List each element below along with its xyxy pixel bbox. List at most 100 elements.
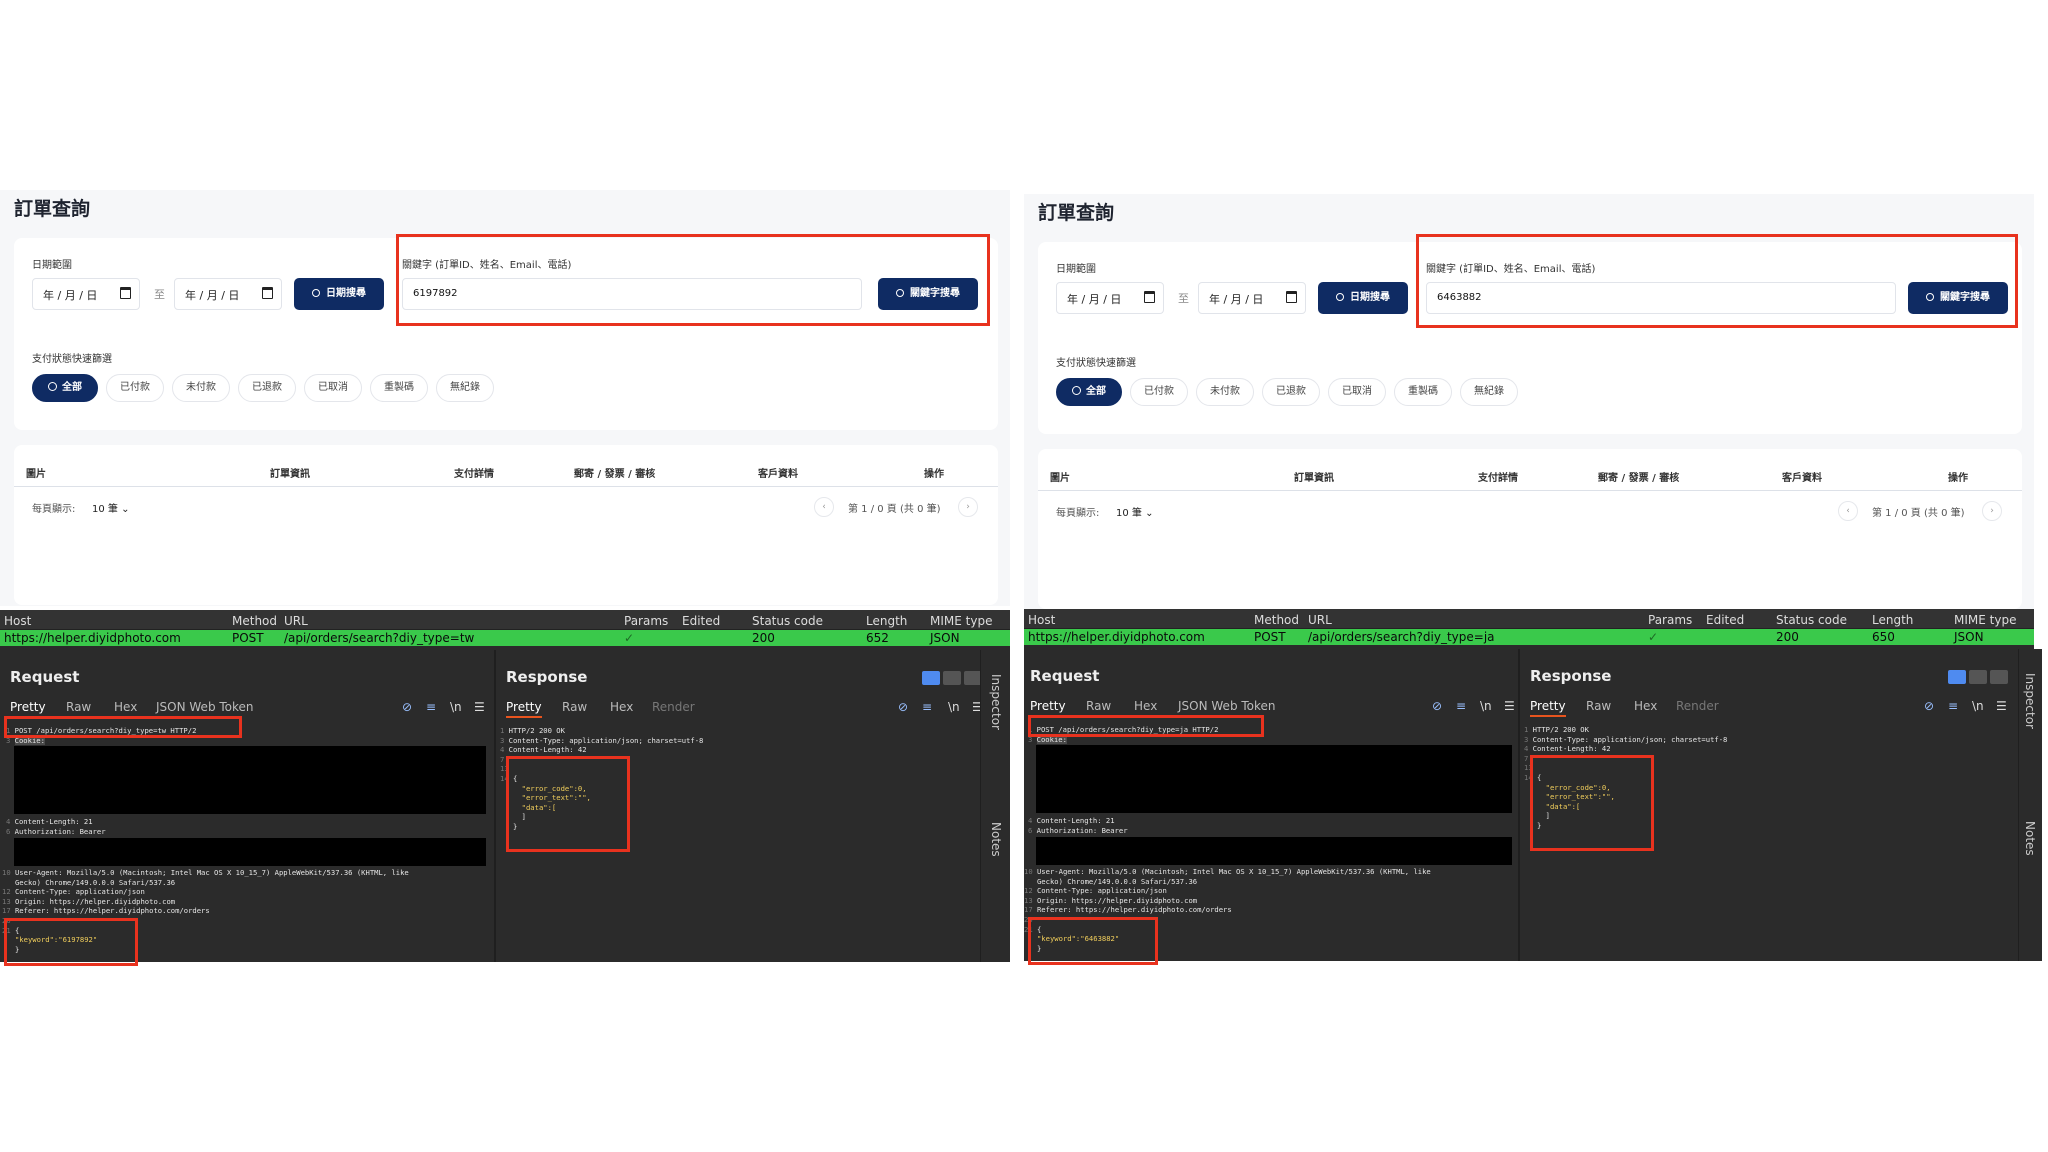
resp-tab-render[interactable]: Render <box>652 700 695 714</box>
chip-refunded[interactable]: 已退款 <box>1262 378 1320 406</box>
next-page-button[interactable]: › <box>1982 501 2002 521</box>
col-params[interactable]: Params <box>624 614 668 628</box>
chip-no-record[interactable]: 無紀錄 <box>1460 378 1518 406</box>
hide-icon[interactable]: ⊘ <box>1924 699 1934 713</box>
proxy-grid-header: Host Method URL Params Edited Status cod… <box>1024 609 2034 629</box>
date-from-input[interactable]: 年 / 月 / 日 <box>32 278 140 310</box>
prev-page-button[interactable]: ‹ <box>1838 501 1858 521</box>
wrap-icon[interactable]: ≡ <box>922 700 932 714</box>
req-tab-hex[interactable]: Hex <box>114 700 137 714</box>
resp-tab-hex[interactable]: Hex <box>1634 699 1657 713</box>
resp-tab-render[interactable]: Render <box>1676 699 1719 713</box>
resp-tab-raw[interactable]: Raw <box>1586 699 1611 713</box>
wrap-icon[interactable]: ≡ <box>1456 699 1466 713</box>
chevron-down-icon: ⌄ <box>1145 508 1154 519</box>
newline-icon[interactable]: \n <box>1972 699 1984 713</box>
chip-paid[interactable]: 已付款 <box>1130 378 1188 406</box>
col-method[interactable]: Method <box>1254 613 1299 627</box>
date-to-input[interactable]: 年 / 月 / 日 <box>1198 282 1306 314</box>
pane-divider[interactable] <box>494 650 496 962</box>
resp-content-length: Content-Length: 42 <box>508 745 587 755</box>
split-vertical-icon[interactable] <box>1969 670 1987 684</box>
row-mime: JSON <box>1954 630 1984 644</box>
menu-icon[interactable]: ☰ <box>1504 699 1515 713</box>
col-length[interactable]: Length <box>1872 613 1913 627</box>
col-mime[interactable]: MIME type <box>1954 613 2016 627</box>
row-host: https://helper.diyidphoto.com <box>4 631 181 645</box>
chip-paid[interactable]: 已付款 <box>106 374 164 402</box>
chip-cancelled[interactable]: 已取消 <box>1328 378 1386 406</box>
chip-no-record[interactable]: 無紀錄 <box>436 374 494 402</box>
col-method[interactable]: Method <box>232 614 277 628</box>
req-tab-jwt[interactable]: JSON Web Token <box>156 700 254 714</box>
notes-tab[interactable]: Notes <box>989 822 1003 857</box>
chip-all[interactable]: 全部 <box>32 374 98 402</box>
inspector-tab[interactable]: Inspector <box>989 674 1003 730</box>
menu-icon[interactable]: ☰ <box>1996 699 2007 713</box>
redacted-token <box>1036 837 1512 865</box>
hide-icon[interactable]: ⊘ <box>898 700 908 714</box>
resp-tab-pretty[interactable]: Pretty <box>1530 699 1566 717</box>
col-host[interactable]: Host <box>4 614 31 628</box>
chip-unpaid[interactable]: 未付款 <box>172 374 230 402</box>
newline-icon[interactable]: \n <box>450 700 462 714</box>
hide-icon[interactable]: ⊘ <box>402 700 412 714</box>
row-mime: JSON <box>930 631 960 645</box>
req-tab-jwt[interactable]: JSON Web Token <box>1178 699 1276 713</box>
inspector-tab[interactable]: Inspector <box>2023 673 2037 729</box>
resp-tab-hex[interactable]: Hex <box>610 700 633 714</box>
chip-unpaid[interactable]: 未付款 <box>1196 378 1254 406</box>
req-tab-hex[interactable]: Hex <box>1134 699 1157 713</box>
chip-remake-code[interactable]: 重製碼 <box>1394 378 1452 406</box>
inspector-rail: Inspector Notes <box>980 650 1010 962</box>
chip-remake-code[interactable]: 重製碼 <box>370 374 428 402</box>
chip-cancelled[interactable]: 已取消 <box>304 374 362 402</box>
next-page-button[interactable]: › <box>958 497 978 517</box>
resp-tab-pretty[interactable]: Pretty <box>506 700 542 718</box>
notes-tab[interactable]: Notes <box>2023 821 2037 856</box>
req-tab-raw[interactable]: Raw <box>1086 699 1111 713</box>
col-edited[interactable]: Edited <box>1706 613 1744 627</box>
proxy-grid-row[interactable]: https://helper.diyidphoto.com POST /api/… <box>1024 629 2034 645</box>
col-edited[interactable]: Edited <box>682 614 720 628</box>
date-to-input[interactable]: 年 / 月 / 日 <box>174 278 282 310</box>
per-page-select[interactable]: 10 筆 ⌄ <box>1116 504 1153 519</box>
layout-toggle[interactable] <box>922 670 985 685</box>
prev-page-button[interactable]: ‹ <box>814 497 834 517</box>
chip-all[interactable]: 全部 <box>1056 378 1122 406</box>
per-page-value: 10 筆 <box>1116 508 1142 519</box>
th-payment: 支付詳情 <box>454 469 494 480</box>
split-vertical-icon[interactable] <box>943 671 961 685</box>
hide-icon[interactable]: ⊘ <box>1432 699 1442 713</box>
col-status[interactable]: Status code <box>752 614 823 628</box>
layout-toggle[interactable] <box>1948 669 2011 684</box>
wrap-icon[interactable]: ≡ <box>1948 699 1958 713</box>
req-tab-raw[interactable]: Raw <box>66 700 91 714</box>
col-status[interactable]: Status code <box>1776 613 1847 627</box>
newline-icon[interactable]: \n <box>1480 699 1492 713</box>
date-range-label: 日期範圍 <box>32 260 72 271</box>
col-url[interactable]: URL <box>1308 613 1332 627</box>
col-params[interactable]: Params <box>1648 613 1692 627</box>
chip-refunded[interactable]: 已退款 <box>238 374 296 402</box>
resp-tab-raw[interactable]: Raw <box>562 700 587 714</box>
per-page-select[interactable]: 10 筆 ⌄ <box>92 500 129 515</box>
col-host[interactable]: Host <box>1028 613 1055 627</box>
range-separator: 至 <box>154 288 165 301</box>
date-from-input[interactable]: 年 / 月 / 日 <box>1056 282 1164 314</box>
single-pane-icon[interactable] <box>1990 670 2008 684</box>
proxy-grid-row[interactable]: https://helper.diyidphoto.com POST /api/… <box>0 630 1010 646</box>
menu-icon[interactable]: ☰ <box>474 700 485 714</box>
status-filter-label: 支付狀態快速篩選 <box>32 354 112 365</box>
wrap-icon[interactable]: ≡ <box>426 700 436 714</box>
date-search-button[interactable]: 日期搜尋 <box>294 278 384 310</box>
highlight-request-line <box>1028 715 1264 737</box>
col-length[interactable]: Length <box>866 614 907 628</box>
col-mime[interactable]: MIME type <box>930 614 992 628</box>
newline-icon[interactable]: \n <box>948 700 960 714</box>
split-horizontal-icon[interactable] <box>922 671 940 685</box>
col-url[interactable]: URL <box>284 614 308 628</box>
date-search-button[interactable]: 日期搜尋 <box>1318 282 1408 314</box>
pane-divider[interactable] <box>1518 649 1520 961</box>
split-horizontal-icon[interactable] <box>1948 670 1966 684</box>
